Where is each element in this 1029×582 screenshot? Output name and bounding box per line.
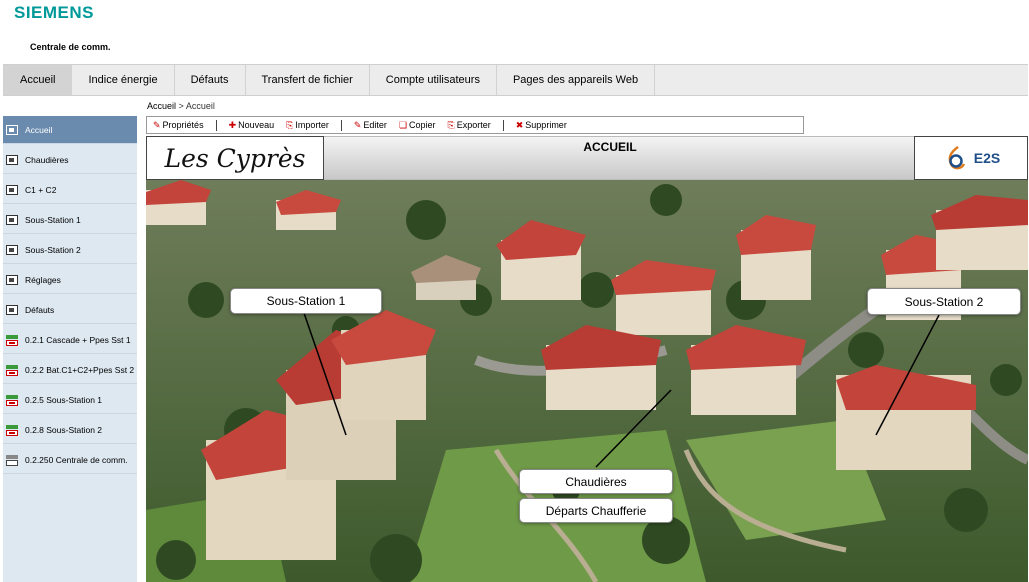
copy-button[interactable]: ❏ Copier: [393, 120, 442, 131]
page-icon: [6, 274, 18, 285]
sidebar-item-0-2-8[interactable]: 0.2.8 Sous-Station 2: [3, 416, 137, 444]
e2s-logo: E2S: [914, 136, 1028, 180]
top-nav: Accueil Indice énergie Défauts Transfert…: [3, 64, 1028, 96]
sidebar-item-label: Sous-Station 2: [25, 244, 81, 255]
page-icon: [6, 244, 18, 255]
export-button[interactable]: ⎘ Exporter: [442, 120, 497, 131]
sidebar-item-reglages[interactable]: Réglages: [3, 266, 137, 294]
sidebar-item-0-2-5[interactable]: 0.2.5 Sous-Station 1: [3, 386, 137, 414]
callout-sous-station-2[interactable]: Sous-Station 2: [867, 288, 1021, 315]
app-name: Centrale de comm.: [30, 42, 111, 52]
device-icon: [6, 394, 18, 406]
properties-button[interactable]: ✎ Propriétés: [147, 120, 210, 131]
site-aerial-photo: Sous-Station 1 Sous-Station 2 Chaudières…: [146, 180, 1028, 582]
callout-chaudieres[interactable]: Chaudières: [519, 469, 673, 494]
sidebar-item-label: 0.2.5 Sous-Station 1: [25, 394, 103, 405]
copy-icon: ❏: [398, 119, 408, 130]
sidebar-item-c1-c2[interactable]: C1 + C2: [3, 176, 137, 204]
callout-sous-station-1[interactable]: Sous-Station 1: [230, 288, 382, 314]
sidebar-item-label: Défauts: [25, 304, 55, 315]
sidebar-item-0-2-2[interactable]: 0.2.2 Bat.C1+C2+Ppes Sst 2: [3, 356, 137, 384]
sidebar-item-label: Réglages: [25, 274, 61, 285]
new-button[interactable]: ✚ Nouveau: [223, 120, 281, 131]
copy-label: Copier: [409, 120, 436, 130]
toolbar-separator: [215, 119, 217, 131]
sidebar-item-label: 0.2.250 Centrale de comm.: [25, 454, 128, 465]
sidebar-item-defauts[interactable]: Défauts: [3, 296, 137, 324]
page-icon: [6, 124, 18, 135]
controller-icon: [6, 454, 18, 466]
edit-button[interactable]: ✎ Editer: [348, 120, 393, 131]
callout-departs-chaufferie[interactable]: Départs Chaufferie: [519, 498, 673, 523]
page-icon: [6, 154, 18, 165]
toolbar-separator: [340, 119, 342, 131]
sidebar-item-accueil[interactable]: Accueil: [3, 116, 137, 144]
sidebar-item-label: 0.2.2 Bat.C1+C2+Ppes Sst 2: [25, 364, 135, 375]
tab-pages-appareils-web[interactable]: Pages des appareils Web: [497, 65, 656, 95]
import-icon: ⎘: [286, 119, 294, 130]
e2s-logo-text: E2S: [973, 150, 1001, 166]
tab-transfert-fichier[interactable]: Transfert de fichier: [246, 65, 370, 95]
delete-icon: ✖: [515, 119, 524, 130]
les-cypres-logo: Les Cyprès: [146, 136, 324, 180]
edit-pencil-icon: ✎: [353, 119, 362, 130]
pencil-icon: ✎: [153, 119, 161, 130]
toolbar: ✎ Propriétés ✚ Nouveau ⎘ Importer ✎ Edit…: [146, 116, 804, 134]
sidebar-item-label: Sous-Station 1: [25, 214, 81, 225]
device-icon: [6, 334, 18, 346]
page-title: ACCUEIL: [583, 140, 637, 154]
page-icon: [6, 304, 18, 315]
sidebar-item-label: 0.2.8 Sous-Station 2: [25, 424, 103, 435]
delete-label: Supprimer: [525, 120, 567, 130]
new-image-icon: ✚: [228, 119, 237, 130]
tab-compte-utilisateurs[interactable]: Compte utilisateurs: [370, 65, 497, 95]
tab-accueil[interactable]: Accueil: [3, 65, 73, 95]
breadcrumb-root[interactable]: Accueil: [147, 101, 176, 111]
export-icon: ⎘: [447, 119, 455, 130]
properties-label: Propriétés: [162, 120, 204, 130]
device-icon: [6, 364, 18, 376]
tab-defauts[interactable]: Défauts: [175, 65, 246, 95]
device-icon: [6, 424, 18, 436]
sidebar-item-label: Chaudières: [25, 154, 69, 165]
e2s-flame-icon: [942, 144, 970, 172]
breadcrumb-current: Accueil: [185, 101, 215, 111]
delete-button[interactable]: ✖ Supprimer: [510, 120, 573, 131]
breadcrumb: Accueil > Accueil: [147, 101, 215, 111]
page-icon: [6, 214, 18, 225]
sidebar-item-sous-station-2[interactable]: Sous-Station 2: [3, 236, 137, 264]
siemens-logo: SIEMENS: [14, 3, 95, 22]
import-button[interactable]: ⎘ Importer: [280, 120, 335, 131]
export-label: Exporter: [456, 120, 491, 130]
breadcrumb-separator: >: [178, 101, 184, 111]
tab-indice-energie[interactable]: Indice énergie: [72, 65, 175, 95]
edit-label: Editer: [363, 120, 387, 130]
sidebar-item-label: C1 + C2: [25, 184, 57, 195]
new-label: Nouveau: [238, 120, 275, 130]
import-label: Importer: [295, 120, 329, 130]
sidebar-item-label: Accueil: [25, 124, 53, 135]
sidebar-item-chaudieres[interactable]: Chaudières: [3, 146, 137, 174]
sidebar-item-sous-station-1[interactable]: Sous-Station 1: [3, 206, 137, 234]
sidebar-item-label: 0.2.1 Cascade + Ppes Sst 1: [25, 334, 131, 345]
sidebar-item-0-2-250[interactable]: 0.2.250 Centrale de comm.: [3, 446, 137, 474]
sidebar: Accueil Chaudières C1 + C2 Sous-Station …: [3, 116, 137, 582]
page-icon: [6, 184, 18, 195]
toolbar-separator: [502, 119, 504, 131]
sidebar-item-0-2-1[interactable]: 0.2.1 Cascade + Ppes Sst 1: [3, 326, 137, 354]
